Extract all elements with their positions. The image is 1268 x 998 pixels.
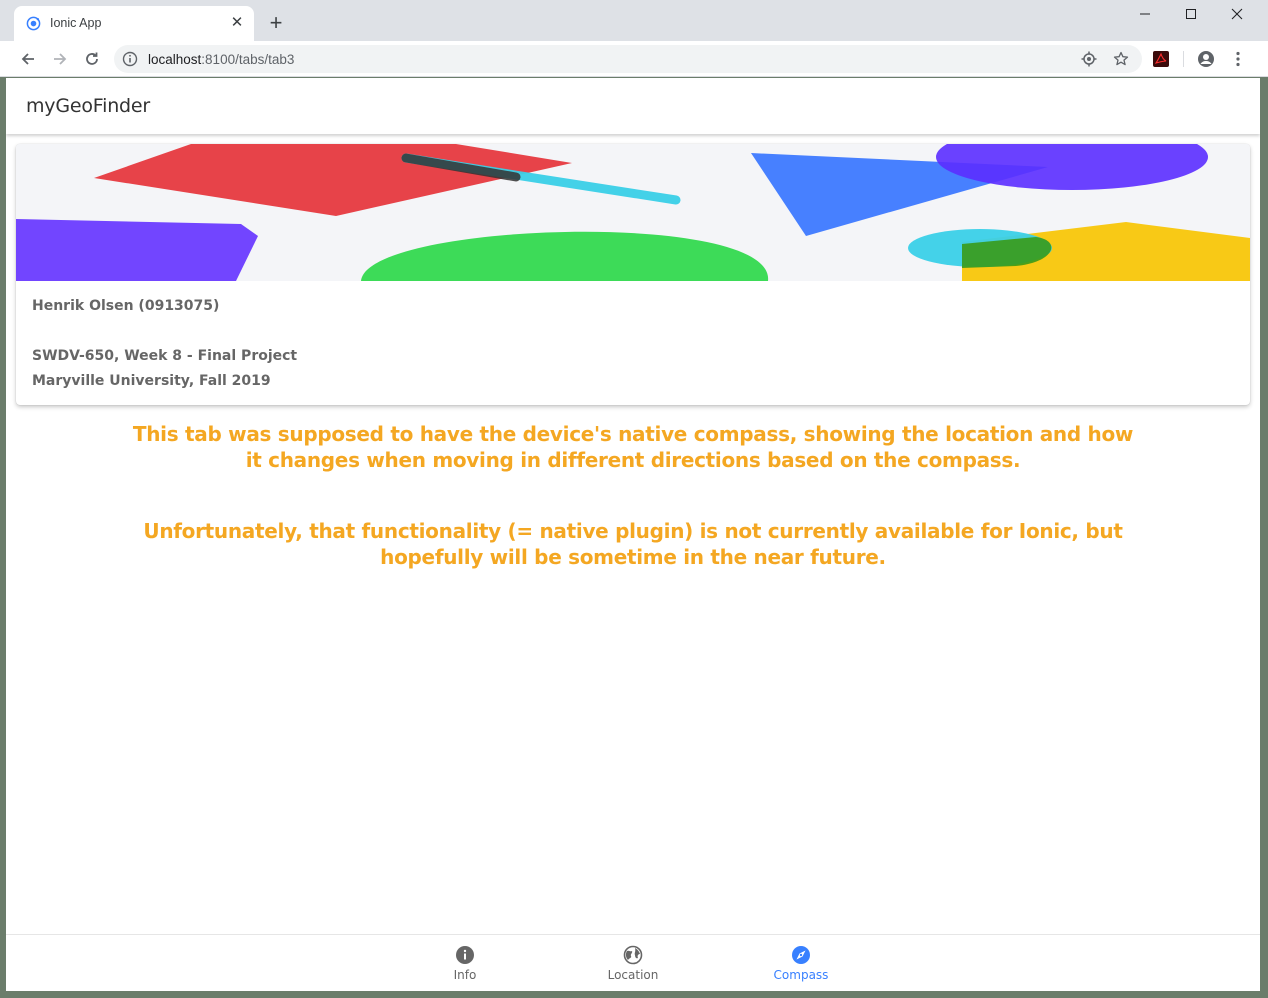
window-close-icon[interactable] <box>1214 0 1260 28</box>
toolbar-divider <box>1183 51 1184 67</box>
information-icon <box>456 946 474 964</box>
back-arrow-icon[interactable] <box>16 47 40 71</box>
tab-strip: Ionic App ✕ + <box>0 0 1268 41</box>
app-title: myGeoFinder <box>26 95 151 117</box>
tab-info[interactable]: Info <box>381 935 549 991</box>
tab-title: Ionic App <box>50 16 102 30</box>
pdf-extension-icon[interactable] <box>1151 49 1171 69</box>
site-info-icon[interactable] <box>122 51 138 67</box>
info-card: Henrik Olsen (0913075) SWDV-650, Week 8 … <box>16 144 1250 405</box>
minimize-icon[interactable] <box>1122 0 1168 28</box>
address-bar[interactable]: localhost:8100/tabs/tab3 <box>114 45 1142 73</box>
new-tab-icon[interactable]: + <box>264 12 288 36</box>
course-info: SWDV-650, Week 8 - Final Project <box>32 348 298 364</box>
bookmark-star-icon[interactable] <box>1112 50 1130 68</box>
location-target-icon[interactable] <box>1080 50 1098 68</box>
compass-icon <box>792 946 810 964</box>
tab-location-label: Location <box>607 968 659 982</box>
forward-arrow-icon[interactable] <box>48 47 72 71</box>
maximize-icon[interactable] <box>1168 0 1214 28</box>
compass-notice-text: This tab was supposed to have the device… <box>132 422 1134 472</box>
plugin-unavailable-text: Unfortunately, that functionality (= nat… <box>143 519 1123 569</box>
reload-icon[interactable] <box>80 47 104 71</box>
browser-window: Ionic App ✕ + localhost:8100/tabs/tab3 m… <box>0 0 1268 998</box>
app-header: myGeoFinder <box>6 78 1260 134</box>
university-info: Maryville University, Fall 2019 <box>32 373 271 389</box>
url-text: localhost:8100/tabs/tab3 <box>148 52 295 67</box>
bottom-tab-bar: Info Location Compass <box>6 934 1260 991</box>
card-banner-image <box>16 144 1250 281</box>
browser-toolbar: localhost:8100/tabs/tab3 <box>0 41 1268 77</box>
app-page: myGeoFinder Henrik Olsen (0913075) SWDV-… <box>6 78 1260 991</box>
tab-location[interactable]: Location <box>549 935 717 991</box>
student-name: Henrik Olsen (0913075) <box>32 298 220 314</box>
globe-icon <box>623 945 643 965</box>
more-menu-icon[interactable] <box>1228 49 1248 69</box>
tab-close-icon[interactable]: ✕ <box>228 14 246 32</box>
browser-tab[interactable]: Ionic App ✕ <box>14 6 254 41</box>
ionic-favicon-icon <box>26 16 41 31</box>
profile-avatar-icon[interactable] <box>1196 49 1216 69</box>
tab-compass[interactable]: Compass <box>717 935 885 991</box>
tab-info-label: Info <box>453 968 477 982</box>
tab-compass-label: Compass <box>773 968 829 982</box>
